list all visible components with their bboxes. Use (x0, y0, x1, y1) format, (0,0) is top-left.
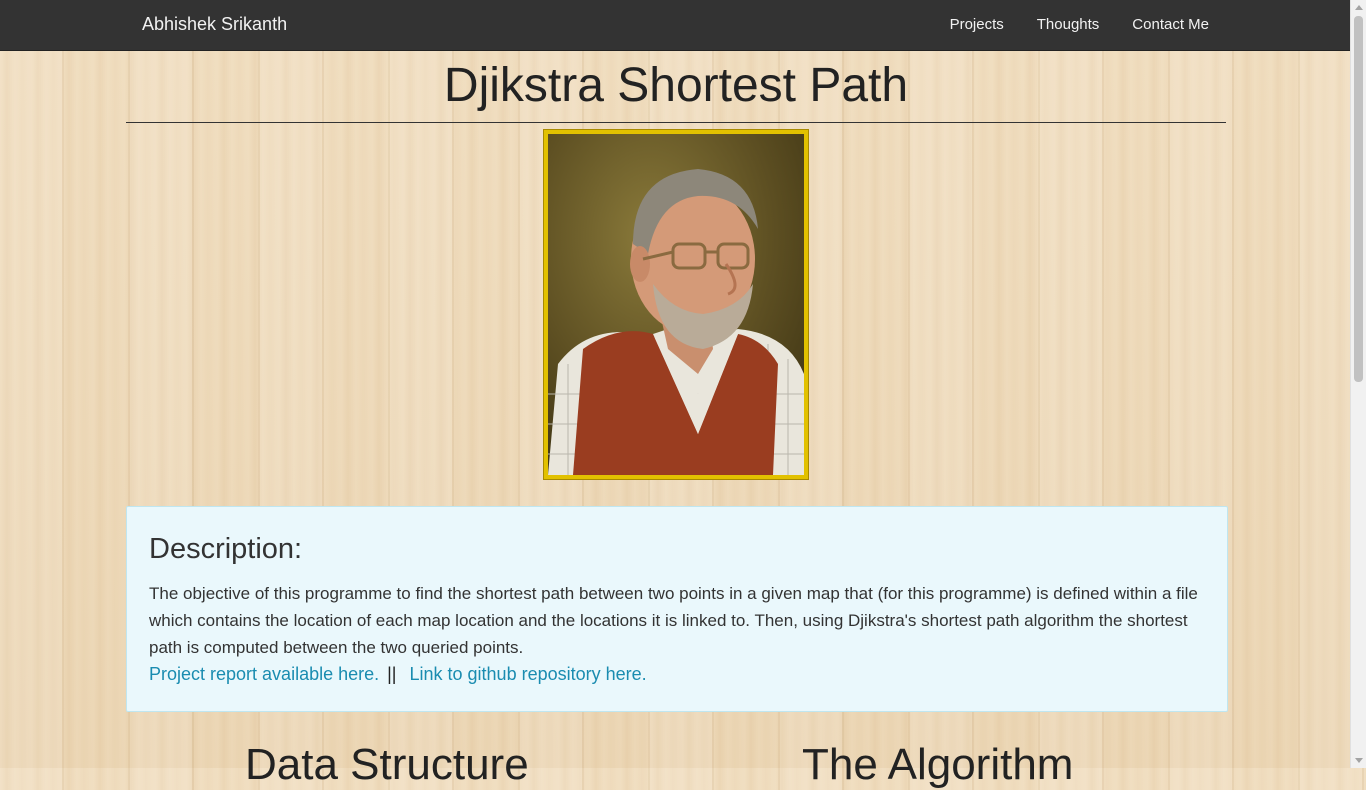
nav-link-thoughts[interactable]: Thoughts (1037, 0, 1100, 50)
scrollbar-thumb[interactable] (1354, 16, 1363, 382)
portrait-photo-icon (548, 134, 804, 475)
page-scrollbar[interactable] (1350, 0, 1366, 768)
top-navbar: Abhishek Srikanth Projects Thoughts Cont… (0, 0, 1351, 51)
section-heading-data-structure: Data Structure (245, 740, 529, 789)
scroll-down-icon[interactable] (1355, 758, 1363, 763)
nav-link-projects[interactable]: Projects (950, 0, 1004, 50)
page-title: Djikstra Shortest Path (126, 58, 1226, 123)
description-links: Project report available here. || Link to… (149, 661, 1207, 688)
portrait-image (543, 129, 809, 480)
link-separator: || (387, 664, 397, 684)
description-heading: Description: (149, 533, 303, 565)
nav-link-contact[interactable]: Contact Me (1132, 0, 1209, 50)
nav-links: Projects Thoughts Contact Me (917, 0, 1209, 50)
project-report-link[interactable]: Project report available here. (149, 664, 379, 684)
brand-link[interactable]: Abhishek Srikanth (142, 14, 287, 35)
description-panel: Description: The objective of this progr… (126, 506, 1228, 712)
scroll-up-icon[interactable] (1355, 5, 1363, 10)
description-text: The objective of this programme to find … (149, 584, 1198, 657)
github-repository-link[interactable]: Link to github repository here. (410, 664, 647, 684)
section-heading-algorithm: The Algorithm (802, 740, 1074, 789)
